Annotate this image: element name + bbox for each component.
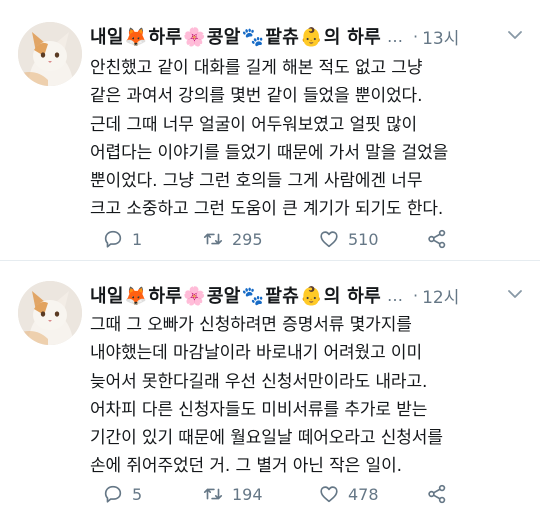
separator-dot: · [412,285,419,305]
tweet-text-line: 같은 과여서 강의를 몇번 같이 들었을 뿐이었다. [90,86,423,107]
reply-button[interactable]: 1 [102,228,142,250]
tweet[interactable]: 내일🦊하루🌸콩알🐾팥츄👶의 하루 … · 12시 그때 그 오빠가 신청하려면 … [0,261,540,524]
tweet-text: 안친했고 같이 대화를 길게 해본 적도 없고 그냥 같은 과여서 강의를 몇번… [90,54,530,224]
tweet-header: 내일🦊하루🌸콩알🐾팥츄👶의 하루 … · 12시 [90,282,528,308]
tweet-text-line: 어차피 다른 신청자들도 미비서류를 추가로 받는 [90,399,428,420]
reply-button[interactable]: 5 [102,483,142,505]
like-button[interactable]: 510 [318,228,379,250]
chevron-down-icon[interactable] [506,285,524,303]
tweet-text-line: 뿐이었다. 그냥 그런 호의들 그게 사람에겐 너무 [90,171,423,192]
avatar[interactable] [18,281,82,345]
tweet-header: 내일🦊하루🌸콩알🐾팥츄👶의 하루 … · 13시 [90,23,528,49]
share-button[interactable] [426,483,448,505]
tweet-text-line: 어렵다는 이야기를 들었기 때문에 가서 말을 걸었을 [90,142,449,163]
tweet-text-line: 손에 쥐어주었던 거. 그 별거 아닌 작은 일이. [90,456,402,477]
retweet-icon [203,488,223,500]
reply-count: 1 [132,229,143,249]
tweet-text-line: 근데 그때 너무 얼굴이 어두워보였고 얼핏 많이 [90,114,418,135]
cat-avatar-image [18,281,82,345]
cat-avatar-image [18,22,82,86]
reply-icon [104,230,122,248]
retweet-count: 194 [232,484,263,504]
tweet-text-line: 기간이 있기 때문에 월요일날 떼어오라고 신청서를 [90,428,443,449]
tweet-text-line: 크고 소중하고 그런 도움이 큰 계기가 되기도 한다. [90,199,444,220]
share-button[interactable] [426,228,448,250]
tweet-text-line: 늦어서 못한다길래 우선 신청서만이라도 내라고. [90,371,428,392]
like-count: 510 [348,229,379,249]
tweet-text-line: 내야했는데 마감날이라 바로내기 어려웠고 이미 [90,343,423,364]
action-bar: 5 194 478 [102,482,462,506]
heart-icon [320,486,338,503]
share-icon [428,484,446,504]
like-count: 478 [348,484,379,504]
retweet-button[interactable]: 295 [202,228,263,250]
heart-icon [320,231,338,248]
tweet-text-line: 그때 그 오빠가 신청하려면 증명서류 몇가지를 [90,315,412,335]
like-button[interactable]: 478 [318,483,379,505]
tweet-text: 그때 그 오빠가 신청하려면 증명서류 몇가지를 내야했는데 마감날이라 바로내… [90,311,530,481]
display-name[interactable]: 내일🦊하루🌸콩알🐾팥츄👶의 하루 [90,282,381,308]
retweet-button[interactable]: 194 [202,483,263,505]
retweet-icon [203,233,223,245]
action-bar: 1 295 510 [102,227,462,251]
share-icon [428,229,446,249]
display-name[interactable]: 내일🦊하루🌸콩알🐾팥츄👶의 하루 [90,23,381,49]
timestamp[interactable]: 12시 [422,283,459,308]
retweet-count: 295 [232,229,263,249]
chevron-down-icon[interactable] [506,26,524,44]
name-truncation: … [386,26,403,46]
avatar[interactable] [18,22,82,86]
timestamp[interactable]: 13시 [422,24,459,49]
separator-dot: · [412,26,419,46]
reply-icon [104,485,122,503]
tweet-text-line: 안친했고 같이 대화를 길게 해본 적도 없고 그냥 [90,58,423,78]
reply-count: 5 [132,484,143,504]
name-truncation: … [386,285,403,305]
tweet[interactable]: 내일🦊하루🌸콩알🐾팥츄👶의 하루 … · 13시 안친했고 같이 대화를 길게 … [0,0,540,261]
